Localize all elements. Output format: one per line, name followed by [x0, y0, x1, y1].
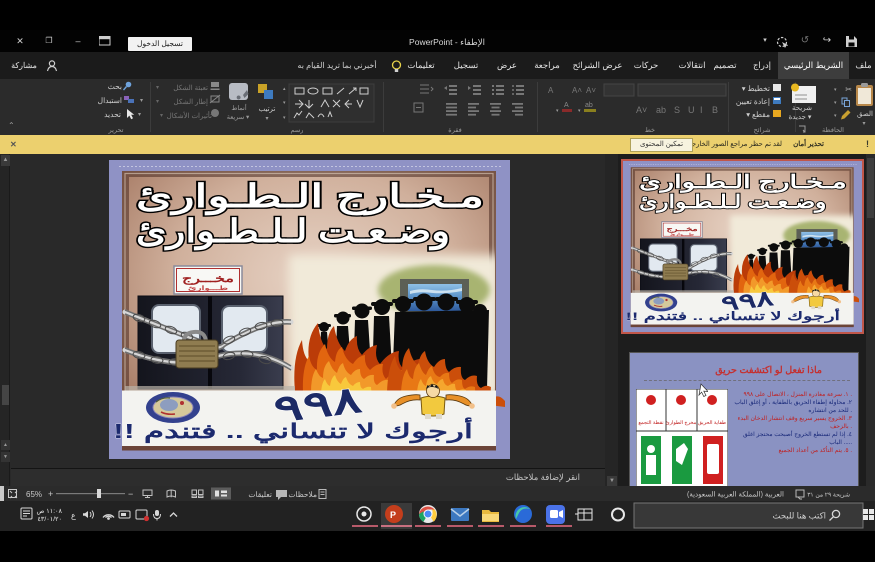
svg-text:I: I — [700, 105, 703, 115]
svg-text:سريعة ▾: سريعة ▾ — [227, 114, 250, 121]
svg-text:▾: ▾ — [283, 115, 286, 121]
svg-text:اكتب هنا للبحث: اكتب هنا للبحث — [773, 511, 826, 521]
svg-text:A: A — [564, 102, 569, 109]
svg-text:تعبئة الشكل: تعبئة الشكل — [173, 84, 208, 92]
svg-text:العربية (المملكة العربية السعو: العربية (المملكة العربية السعودية) — [687, 491, 784, 499]
svg-text:١١:٠٨ ص: ١١:٠٨ ص — [37, 508, 63, 515]
svg-text:▾: ▾ — [834, 100, 837, 106]
svg-text:▾: ▾ — [283, 100, 286, 106]
svg-text:▾: ▾ — [138, 112, 141, 118]
svg-text:▾: ▾ — [862, 121, 865, 127]
svg-text:▾: ▾ — [156, 99, 159, 105]
svg-text:▾: ▾ — [140, 98, 143, 104]
svg-text:+: + — [48, 489, 53, 499]
svg-text:جديدة ▾: جديدة ▾ — [789, 114, 812, 121]
svg-text:تخطيط ▾: تخطيط ▾ — [742, 84, 770, 93]
svg-text:استبدال: استبدال — [98, 96, 122, 105]
svg-text:U: U — [688, 105, 695, 115]
svg-text:ملاحظات: ملاحظات — [288, 490, 317, 499]
svg-text:ab: ab — [585, 102, 593, 109]
svg-text:ع: ع — [71, 511, 76, 520]
svg-text:B: B — [712, 105, 718, 115]
svg-text:شريحة ٢٩ من ٣١: شريحة ٢٩ من ٣١ — [807, 493, 850, 499]
svg-text:تحديد: تحديد — [104, 110, 121, 119]
svg-text:A: A — [548, 86, 554, 95]
svg-text:−: − — [128, 489, 133, 499]
svg-text:تأثيرات الأشكال: تأثيرات الأشكال — [167, 109, 212, 120]
svg-text:شريحة: شريحة — [792, 105, 812, 112]
svg-text:▾: ▾ — [265, 116, 268, 122]
svg-text:A˅: A˅ — [636, 105, 647, 115]
svg-text:مقطع ▾: مقطع ▾ — [746, 110, 770, 119]
svg-text:✂: ✂ — [845, 85, 852, 94]
svg-text:طفاية الحريق: طفاية الحريق — [698, 420, 726, 426]
svg-text:مخرج الطوارئ: مخرج الطوارئ — [666, 420, 697, 426]
svg-text:▴: ▴ — [283, 86, 286, 92]
svg-text:إعادة تعيين: إعادة تعيين — [736, 97, 770, 106]
svg-text:نقطة التجمع: نقطة التجمع — [638, 420, 663, 426]
svg-text:▾: ▾ — [578, 108, 581, 114]
svg-text:أنماط: أنماط — [231, 102, 247, 112]
svg-text:A˄: A˄ — [572, 86, 582, 95]
svg-text:بحث: بحث — [108, 82, 122, 91]
svg-text:ترتيب: ترتيب — [259, 106, 276, 113]
svg-text:▾: ▾ — [834, 87, 837, 93]
svg-text:▾: ▾ — [160, 113, 163, 119]
svg-text:▾: ▾ — [556, 108, 559, 114]
svg-text:ab: ab — [656, 105, 666, 115]
svg-text:P: P — [390, 510, 396, 520]
svg-text:الصق: الصق — [857, 110, 873, 118]
svg-text:S: S — [674, 105, 680, 115]
svg-text:▾: ▾ — [156, 85, 159, 91]
svg-text:٤٣/٠١/٢٠: ٤٣/٠١/٢٠ — [37, 516, 62, 523]
svg-text:65%: 65% — [26, 490, 42, 499]
svg-text:تعليقات: تعليقات — [248, 490, 272, 499]
svg-text:إطار الشكل: إطار الشكل — [174, 98, 209, 106]
svg-text:▾: ▾ — [834, 113, 837, 119]
svg-text:A˅: A˅ — [586, 86, 596, 95]
